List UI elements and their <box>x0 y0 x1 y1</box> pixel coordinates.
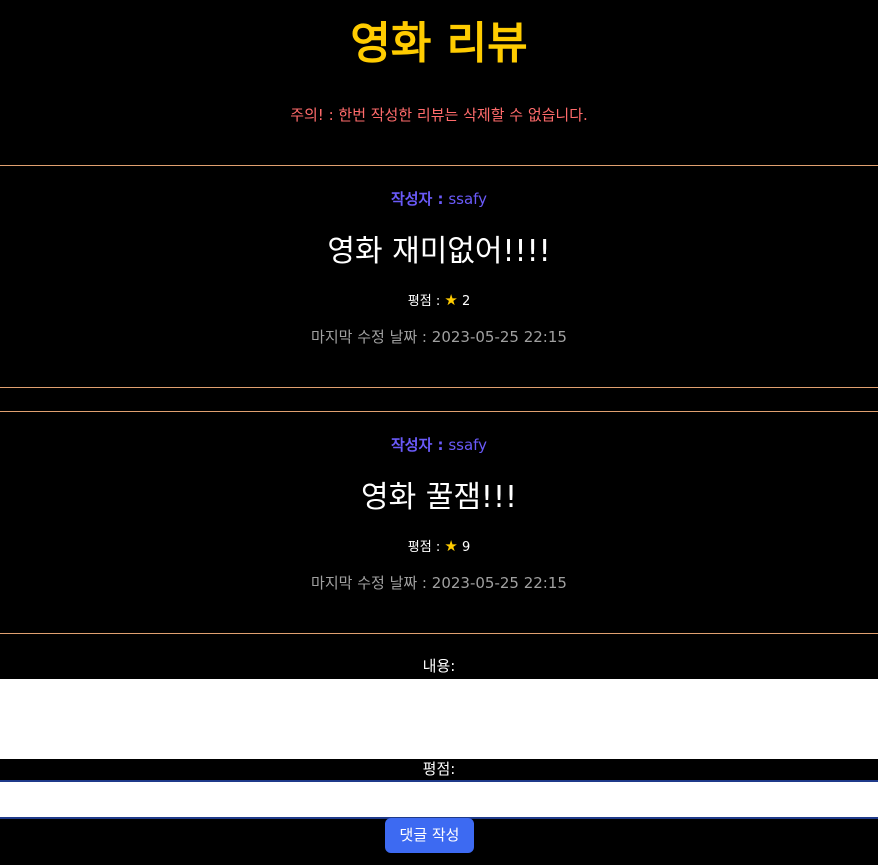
page: 영화 리뷰 주의! : 한번 작성한 리뷰는 삭제할 수 없습니다. 작성자 :… <box>0 0 878 865</box>
review-modified: 마지막 수정 날짜 : 2023-05-25 22:15 <box>0 326 878 348</box>
review-card: 작성자 : ssafy 영화 재미없어!!!! 평점 : ★ 2 마지막 수정 … <box>0 165 878 388</box>
star-icon: ★ <box>444 291 458 309</box>
warning-text: 주의! : 한번 작성한 리뷰는 삭제할 수 없습니다. <box>290 106 588 124</box>
rating-input[interactable] <box>0 780 878 819</box>
star-icon: ★ <box>444 537 458 555</box>
author-name: ssafy <box>448 436 488 454</box>
page-title: 영화 리뷰 <box>350 18 528 69</box>
rating-label: 평점 : <box>407 540 441 555</box>
modified-label: 마지막 수정 날짜 : <box>311 328 427 346</box>
rating-value: 2 <box>461 294 471 309</box>
content-input[interactable] <box>0 679 878 759</box>
review-title: 영화 꿀잼!!! <box>360 480 517 515</box>
review-rating: 평점 : ★ 2 <box>0 290 878 312</box>
review-modified: 마지막 수정 날짜 : 2023-05-25 22:15 <box>0 572 878 594</box>
modified-date: 2023-05-25 22:15 <box>431 574 567 592</box>
review-card: 작성자 : ssafy 영화 꿀잼!!! 평점 : ★ 9 마지막 수정 날짜 … <box>0 411 878 634</box>
rating-value: 9 <box>461 540 471 555</box>
author-label: 작성자 : <box>390 436 444 454</box>
content-label: 내용: <box>422 657 456 675</box>
author-label: 작성자 : <box>390 190 444 208</box>
modified-date: 2023-05-25 22:15 <box>431 328 567 346</box>
review-author: 작성자 : ssafy <box>0 434 878 456</box>
review-rating: 평점 : ★ 9 <box>0 536 878 558</box>
review-author: 작성자 : ssafy <box>0 188 878 210</box>
author-name: ssafy <box>448 190 488 208</box>
rating-label: 평점 : <box>407 294 441 309</box>
modified-label: 마지막 수정 날짜 : <box>311 574 427 592</box>
submit-comment-button[interactable]: 댓글 작성 <box>385 818 474 853</box>
review-title: 영화 재미없어!!!! <box>327 234 551 269</box>
rating-field-label: 평점: <box>422 760 456 778</box>
